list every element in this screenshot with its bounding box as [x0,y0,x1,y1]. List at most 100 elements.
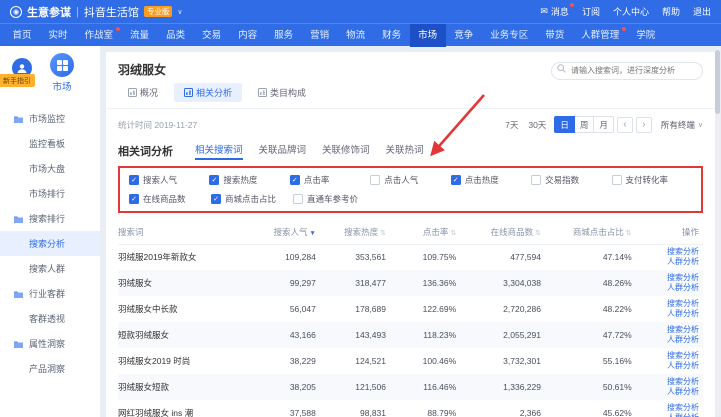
sidebar-item-6[interactable]: 搜索人群 [0,256,100,281]
nav-item-5[interactable]: 交易 [194,24,230,47]
brand[interactable]: ◉ 生意参谋 | 抖音生活馆 专业版 ∨ [10,4,182,20]
column-header-1[interactable]: 搜索人气 ▼ [253,220,320,244]
metric-item-r1-5[interactable]: 交易指数 [531,174,611,186]
cell-value: 136.36% [390,270,460,296]
column-header-5[interactable]: 商城点击占比 ⇅ [545,220,636,244]
checkbox-unchecked[interactable] [531,175,541,185]
sidebar-item-1[interactable]: 监控看板 [0,131,100,156]
column-header-2[interactable]: 搜索热度 ⇅ [320,220,390,244]
search-analysis-link[interactable]: 搜索分析 [636,377,699,387]
audience-analysis-link[interactable]: 人群分析 [636,361,699,371]
header-link-4[interactable]: 退出 [693,5,711,18]
nav-item-4[interactable]: 品类 [158,24,194,47]
granularity-0[interactable]: 日 [554,116,575,133]
search-analysis-link[interactable]: 搜索分析 [636,325,699,335]
nav-item-2[interactable]: 作战室 [76,24,122,47]
cell-value: 477,594 [460,244,545,270]
ribbon-badge[interactable]: 新手指引 [0,74,35,87]
checkbox-checked[interactable]: ✓ [129,175,139,185]
header-link-2[interactable]: 个人中心 [613,5,649,18]
audience-analysis-link[interactable]: 人群分析 [636,283,699,293]
nav-item-11[interactable]: 市场 [410,24,446,47]
column-header-3[interactable]: 点击率 ⇅ [390,220,460,244]
vertical-scrollbar[interactable] [715,48,720,412]
nav-item-8[interactable]: 营销 [302,24,338,47]
checkbox-checked[interactable]: ✓ [129,194,139,204]
sidebar-item-7[interactable]: 行业客群 [0,281,100,306]
search-analysis-link[interactable]: 搜索分析 [636,247,699,257]
audience-analysis-link[interactable]: 人群分析 [636,257,699,267]
section-tab-1[interactable]: 关联品牌词 [259,142,307,159]
section-tab-0[interactable]: 相关搜索词 [195,142,243,159]
sidebar-item-10[interactable]: 产品洞察 [0,356,100,381]
nav-item-16[interactable]: 学院 [628,24,664,47]
cell-value: 3,304,038 [460,270,545,296]
keyword-tab-0[interactable]: 概况 [118,83,168,102]
quick-range-0[interactable]: 7天 [500,119,523,131]
keyword-tab-1[interactable]: 相关分析 [174,83,242,102]
nav-item-7[interactable]: 服务 [266,24,302,47]
metric-item-r1-2[interactable]: ✓点击率 [290,174,370,186]
audience-analysis-link[interactable]: 人群分析 [636,387,699,397]
terminal-dropdown-value: 所有终端 [661,119,695,131]
nav-item-12[interactable]: 竞争 [446,24,482,47]
nav-item-0[interactable]: 首页 [4,24,40,47]
checkbox-unchecked[interactable] [612,175,622,185]
granularity-2[interactable]: 月 [593,116,614,133]
sidebar-item-4[interactable]: 搜索排行 [0,206,100,231]
sidebar-item-2[interactable]: 市场大盘 [0,156,100,181]
sidebar-item-label: 属性洞察 [29,337,65,350]
search-analysis-link[interactable]: 搜索分析 [636,351,699,361]
checkbox-checked[interactable]: ✓ [211,194,221,204]
checkbox-checked[interactable]: ✓ [209,175,219,185]
column-header-6: 操作 [636,220,703,244]
sidebar-item-label: 搜索人群 [29,262,65,275]
next-page-button[interactable]: › [636,117,652,133]
granularity-1[interactable]: 周 [574,116,595,133]
audience-analysis-link[interactable]: 人群分析 [636,413,699,417]
search-input[interactable] [551,62,703,80]
sidebar-item-9[interactable]: 属性洞察 [0,331,100,356]
nav-item-9[interactable]: 物流 [338,24,374,47]
metric-item-r2-1[interactable]: ✓商城点击占比 [211,193,293,205]
checkbox-checked[interactable]: ✓ [451,175,461,185]
checkbox-checked[interactable]: ✓ [290,175,300,185]
sidebar-item-5[interactable]: 搜索分析 [0,231,100,256]
header-link-3[interactable]: 帮助 [662,5,680,18]
sidebar-item-3[interactable]: 市场排行 [0,181,100,206]
terminal-dropdown[interactable]: 所有终端 ∨ [661,119,703,131]
nav-item-14[interactable]: 带货 [537,24,573,47]
nav-item-6[interactable]: 内容 [230,24,266,47]
metric-item-r1-6[interactable]: 支付转化率 [612,174,692,186]
quick-range-1[interactable]: 30天 [523,119,551,131]
audience-analysis-link[interactable]: 人群分析 [636,309,699,319]
nav-item-15[interactable]: 人群管理 [573,24,628,47]
sidebar-item-0[interactable]: 市场监控 [0,106,100,131]
search-analysis-link[interactable]: 搜索分析 [636,299,699,309]
checkbox-unchecked[interactable] [293,194,303,204]
header-link-0[interactable]: ✉消息 [540,5,569,18]
nav-item-3[interactable]: 流量 [122,24,158,47]
nav-item-10[interactable]: 财务 [374,24,410,47]
nav-item-1[interactable]: 实时 [40,24,76,47]
audience-analysis-link[interactable]: 人群分析 [636,335,699,345]
section-tab-2[interactable]: 关联修饰词 [322,142,370,159]
checkbox-unchecked[interactable] [370,175,380,185]
column-header-4[interactable]: 在线商品数 ⇅ [460,220,545,244]
metric-item-r2-2[interactable]: 直通车参考价 [293,193,375,205]
sidebar-item-8[interactable]: 客群透视 [0,306,100,331]
search-analysis-link[interactable]: 搜索分析 [636,273,699,283]
metric-item-r2-0[interactable]: ✓在线商品数 [129,193,211,205]
header-link-1[interactable]: 订阅 [582,5,600,18]
metric-label: 交易指数 [545,174,579,186]
section-tab-3[interactable]: 关联热词 [386,142,424,159]
metric-item-r1-3[interactable]: 点击人气 [370,174,450,186]
scrollbar-thumb[interactable] [715,50,720,114]
metric-item-r1-1[interactable]: ✓搜索热度 [209,174,289,186]
prev-page-button[interactable]: ‹ [617,117,633,133]
metric-item-r1-4[interactable]: ✓点击热度 [451,174,531,186]
metric-item-r1-0[interactable]: ✓搜索人气 [129,174,209,186]
search-analysis-link[interactable]: 搜索分析 [636,403,699,413]
nav-item-13[interactable]: 业务专区 [482,24,537,47]
keyword-tab-2[interactable]: 类目构成 [248,83,316,102]
